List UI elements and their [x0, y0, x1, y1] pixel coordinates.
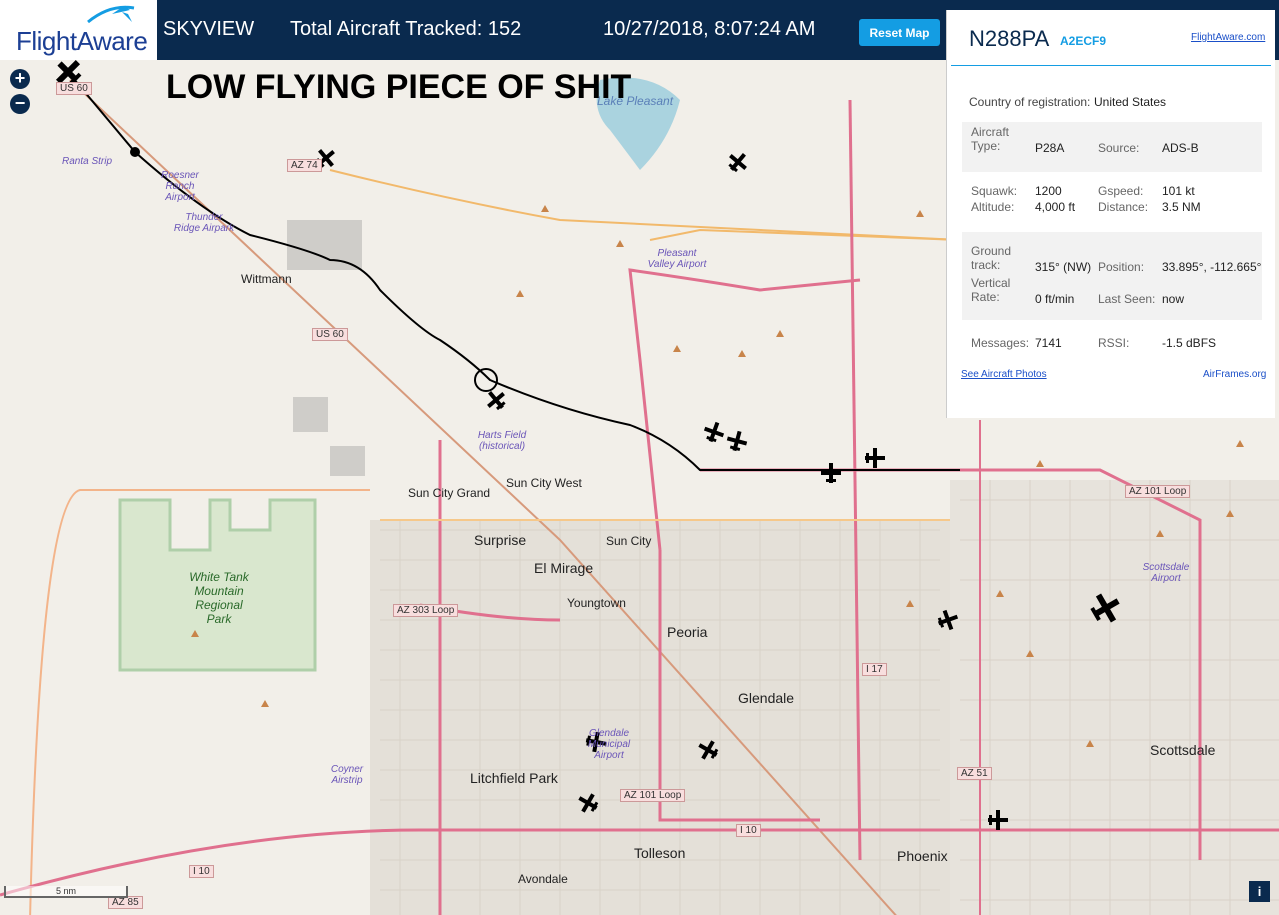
road-shield: US 60	[312, 328, 348, 341]
place-label: Tolleson	[634, 845, 686, 861]
road-shield: US 60	[56, 82, 92, 95]
reset-map-button[interactable]: Reset Map	[859, 19, 940, 46]
panel-divider	[951, 65, 1271, 66]
road-shield: I 17	[862, 663, 887, 676]
total-aircraft-count: Total Aircraft Tracked: 152	[290, 18, 522, 40]
overlay-caption: LOW FLYING PIECE OF SHIT	[166, 68, 632, 106]
source-label: Source:	[1098, 141, 1140, 155]
road-shield: AZ 303 Loop	[393, 604, 459, 617]
airport-label: Pleasant Valley Airport	[647, 248, 707, 270]
place-label: Phoenix	[897, 848, 948, 864]
icao-hex: A2ECF9	[1060, 34, 1107, 48]
road-shield: AZ 51	[957, 767, 992, 780]
road-shield: AZ 74	[287, 159, 322, 172]
current-datetime: 10/27/2018, 8:07:24 AM	[603, 18, 816, 40]
place-label: Peoria	[667, 624, 708, 640]
park-label: White Tank Mountain Regional Park	[189, 570, 249, 626]
airport-label: Ranta Strip	[62, 156, 113, 167]
scale-bar: 5 nm	[4, 886, 128, 898]
position-value: 33.895°, -112.665°	[1162, 260, 1262, 274]
land-parcel	[330, 446, 365, 476]
source-value: ADS-B	[1162, 141, 1199, 155]
road-shield: AZ 101 Loop	[620, 789, 686, 802]
airport-label: Scottsdale Airport	[1142, 562, 1190, 584]
gspeed-label: Gspeed:	[1098, 184, 1144, 198]
place-label: Glendale	[738, 690, 795, 706]
land-parcel	[293, 397, 328, 432]
land-parcel	[287, 220, 362, 270]
road-shield: I 10	[189, 865, 214, 878]
place-label: Youngtown	[567, 596, 626, 610]
airport-label: Roesner Ranch Airport	[161, 170, 199, 203]
place-label: Sun City West	[506, 476, 582, 490]
rssi-label: RSSI:	[1098, 336, 1130, 350]
road-shield: AZ 101 Loop	[1125, 485, 1191, 498]
airport-label: Harts Field (historical)	[477, 430, 527, 452]
flightaware-logo[interactable]: FlightAware	[0, 0, 157, 60]
squawk-value: 1200	[1035, 184, 1062, 198]
ground-track-label: Ground track:	[971, 244, 1012, 272]
flight-track	[67, 71, 960, 471]
aircraft-type-label: Aircraft Type:	[971, 125, 1010, 153]
rssi-value: -1.5 dBFS	[1162, 336, 1217, 350]
zoom-out-button[interactable]: −	[10, 94, 30, 114]
road-shield: I 10	[736, 824, 761, 837]
info-button[interactable]: i	[1249, 881, 1270, 902]
position-label: Position:	[1098, 260, 1145, 274]
place-label: Sun City	[606, 534, 652, 548]
callsign: N288PA	[969, 26, 1050, 51]
flightaware-link[interactable]: FlightAware.com	[1191, 32, 1265, 43]
airport-label: Thunder Ridge Airpark	[173, 212, 235, 234]
vertical-rate-value: 0 ft/min	[1035, 292, 1075, 306]
track-start-dot	[130, 147, 140, 157]
place-label: Sun City Grand	[408, 486, 491, 500]
last-seen-label: Last Seen:	[1098, 292, 1156, 306]
aircraft-type-value: P28A	[1035, 141, 1065, 155]
ground-track-value: 315° (NW)	[1035, 260, 1092, 274]
logo-text: FlightAware	[16, 26, 148, 56]
gspeed-value: 101 kt	[1162, 184, 1195, 198]
place-label: Litchfield Park	[470, 770, 558, 786]
country-value: United States	[1094, 95, 1167, 109]
distance-value: 3.5 NM	[1162, 200, 1201, 214]
country-label: Country of registration:	[969, 95, 1091, 109]
place-label: Surprise	[474, 532, 527, 548]
track-loop	[474, 368, 498, 392]
altitude-value: 4,000 ft	[1035, 200, 1076, 214]
squawk-label: Squawk:	[971, 184, 1018, 198]
messages-label: Messages:	[971, 336, 1030, 350]
messages-value: 7141	[1035, 336, 1062, 350]
distance-label: Distance:	[1098, 200, 1149, 214]
altitude-label: Altitude:	[971, 200, 1015, 214]
airport-label: Coyner Airstrip	[330, 764, 364, 786]
airframes-link[interactable]: AirFrames.org	[1203, 369, 1266, 380]
airport-label: Glendale Municipal Airport	[587, 728, 631, 761]
place-label: Wittmann	[241, 272, 292, 286]
vertical-rate-label: Vertical Rate:	[971, 276, 1011, 304]
aircraft-photos-link[interactable]: See Aircraft Photos	[961, 369, 1047, 380]
place-label: Avondale	[518, 872, 568, 886]
last-seen-value: now	[1162, 292, 1185, 306]
aircraft-info-panel: N288PA A2ECF9 FlightAware.com Country of…	[946, 10, 1275, 418]
place-label: Scottsdale	[1150, 742, 1216, 758]
zoom-in-button[interactable]: +	[10, 69, 30, 89]
app-name: SKYVIEW	[163, 18, 255, 40]
place-label: El Mirage	[534, 560, 594, 576]
